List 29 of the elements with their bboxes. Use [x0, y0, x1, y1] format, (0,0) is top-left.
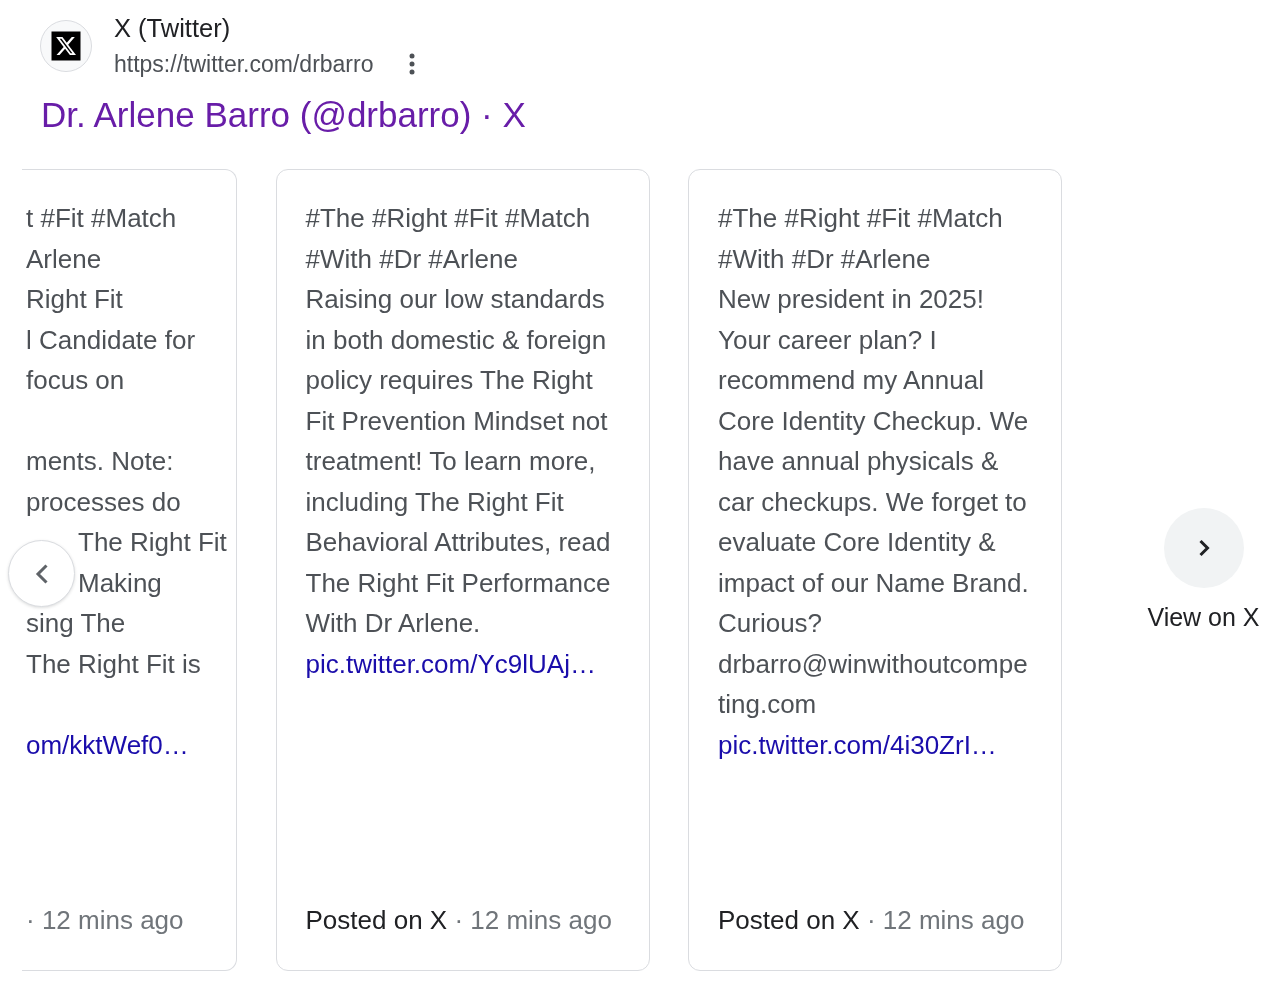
post-text-fragment: The Right Fit is	[26, 648, 201, 679]
view-more-link[interactable]: View on X	[1147, 602, 1260, 632]
post-text: #The #Right #Fit #Match #With #Dr #Arlene Raising our low standards in both domestic & foreign policy requires The Right Fit Prevention Mindset not treatment! To learn more, including The Right Fit Behavioral Attributes, read The Right Fit Performance With Dr Arlene.	[305, 202, 611, 640]
post-meta: Posted on X · 12 mins ago	[305, 904, 612, 937]
post-text-fragment: t #Fit #Match	[26, 203, 177, 234]
post-text-fragment: ments. Note:	[26, 446, 174, 477]
site-name: X (Twitter)	[114, 13, 231, 44]
post-text-fragment: processes do	[26, 486, 181, 517]
post-text-fragment: Right Fit	[26, 284, 123, 315]
post-text-fragment: Arlene	[26, 243, 102, 274]
chevron-left-icon	[34, 562, 49, 585]
post-text-fragment: l Candidate for	[26, 324, 196, 355]
post-card[interactable]: t #Fit #Match Arlene Right Fit l Candidate for focus on ments. Note: processes do The Right Fit Making sing The The Right Fit is om/kktWef0… · 12 mins ago	[22, 169, 237, 971]
post-meta: · 12 mins ago	[26, 904, 184, 937]
site-url: https://twitter.com/drbarro	[114, 50, 374, 79]
post-text-fragment: The Right Fit	[78, 527, 227, 558]
post-card[interactable]	[688, 169, 1062, 971]
post-text-fragment: focus on	[26, 365, 125, 396]
post-text: #The #Right #Fit #Match #With #Dr #Arlene New president in 2025! Your career plan? I recommend my Annual Core Identity Checkup. We have annual physicals & car checkups. We forget to evaluate Core Identity & impact of our Name Brand. Curious? drbarro@winwithoutcompe ting.com	[718, 202, 1029, 721]
post-text-fragment: sing The	[26, 608, 126, 639]
chevron-right-icon	[1197, 539, 1210, 557]
post-card[interactable]	[275, 169, 650, 971]
result-title-link[interactable]: Dr. Arlene Barro (@drbarro) · X	[41, 93, 526, 137]
post-image-link[interactable]: pic.twitter.com/Yc9lUAj…	[305, 643, 596, 684]
post-meta: Posted on X · 12 mins ago	[718, 904, 1025, 937]
post-image-link[interactable]: pic.twitter.com/4i30ZrI…	[718, 724, 997, 765]
site-logo-icon	[40, 20, 92, 72]
post-image-link[interactable]: om/kktWef0…	[26, 724, 189, 765]
post-text-fragment: Making	[78, 567, 162, 598]
